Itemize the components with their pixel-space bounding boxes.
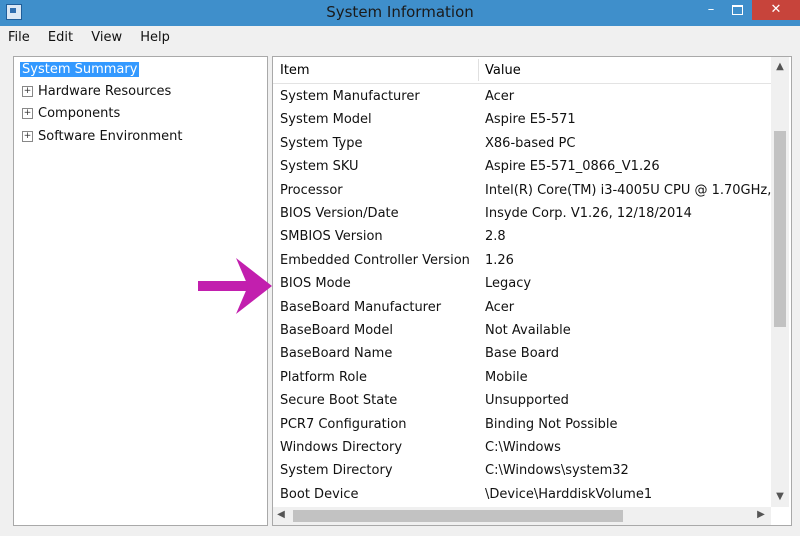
close-icon: ✕ — [770, 2, 782, 17]
cell-value: Acer — [485, 299, 515, 315]
table-row[interactable]: Processor Intel(R) Core(TM) i3-4005U CPU … — [273, 180, 771, 202]
column-divider[interactable] — [478, 59, 479, 81]
cell-value: C:\Windows\system32 — [485, 463, 629, 479]
cell-value: Acer — [485, 89, 515, 104]
table-row[interactable]: Windows Directory C:\Windows — [273, 437, 771, 459]
cell-item: PCR7 Configuration — [280, 416, 407, 432]
tree-item-hardware-resources[interactable]: + Hardware Resources — [22, 84, 171, 99]
table-row[interactable]: Embedded Controller Version 1.26 — [273, 250, 771, 272]
horizontal-scrollbar[interactable]: ◀ ▶ — [273, 507, 771, 525]
column-header-value[interactable]: Value — [485, 63, 521, 78]
cell-value: Aspire E5-571_0866_V1.26 — [485, 159, 660, 175]
cell-value: Mobile — [485, 369, 528, 385]
table-row[interactable]: BIOS Mode Legacy — [273, 273, 771, 295]
cell-item: System SKU — [280, 159, 359, 175]
vertical-scroll-thumb[interactable] — [774, 131, 786, 327]
menu-bar: File Edit View Help — [8, 30, 184, 50]
cell-item: System Model — [280, 112, 372, 128]
tree-item-system-summary[interactable]: System Summary — [20, 62, 140, 77]
cell-value: X86-based PC — [485, 135, 576, 151]
annotation-arrow-icon — [198, 258, 272, 314]
column-header-item[interactable]: Item — [280, 63, 310, 78]
tree-item-label: Components — [38, 106, 121, 121]
table-row[interactable]: BaseBoard Name Base Board — [273, 343, 771, 365]
table-row[interactable]: PCR7 Configuration Binding Not Possible — [273, 414, 771, 436]
cell-value: Insyde Corp. V1.26, 12/18/2014 — [485, 206, 692, 221]
maximize-button[interactable] — [724, 0, 750, 20]
table-row[interactable]: System SKU Aspire E5-571_0866_V1.26 — [273, 156, 771, 178]
cell-value: Unsupported — [485, 393, 569, 409]
cell-value: Aspire E5-571 — [485, 112, 576, 128]
table-header: Item Value — [273, 57, 771, 84]
maximize-icon — [731, 4, 743, 15]
cell-value: Binding Not Possible — [485, 416, 618, 432]
menu-file[interactable]: File — [8, 30, 30, 45]
table-row[interactable]: BaseBoard Model Not Available — [273, 320, 771, 342]
cell-item: Platform Role — [280, 369, 367, 385]
title-bar: System Information – ✕ — [0, 0, 800, 26]
scroll-down-icon[interactable]: ▼ — [771, 491, 789, 502]
cell-item: Secure Boot State — [280, 393, 398, 409]
table-row[interactable]: Platform Role Mobile — [273, 367, 771, 389]
table-row[interactable]: System Model Aspire E5-571 — [273, 109, 771, 131]
scroll-right-icon[interactable]: ▶ — [755, 509, 767, 520]
cell-item: Boot Device — [280, 486, 359, 502]
minimize-button[interactable]: – — [698, 0, 724, 20]
table-row[interactable]: System Type X86-based PC — [273, 133, 771, 155]
cell-item: BIOS Version/Date — [280, 206, 399, 221]
cell-item: SMBIOS Version — [280, 229, 383, 245]
tree-item-components[interactable]: + Components — [22, 106, 120, 121]
scroll-up-icon[interactable]: ▲ — [771, 61, 789, 72]
tree-item-label: Hardware Resources — [38, 84, 172, 99]
cell-item: Windows Directory — [280, 440, 403, 455]
cell-item: BaseBoard Manufacturer — [280, 299, 442, 315]
cell-value: 2.8 — [485, 229, 506, 245]
table-row[interactable]: System Directory C:\Windows\system32 — [273, 460, 771, 482]
cell-item: BaseBoard Model — [280, 323, 394, 338]
cell-item: System Manufacturer — [280, 89, 420, 104]
cell-value: Not Available — [485, 323, 571, 338]
cell-item: System Directory — [280, 463, 393, 479]
cell-value: 1.26 — [485, 252, 514, 268]
expand-icon[interactable]: + — [22, 86, 33, 97]
details-panel: Item Value System Manufacturer Acer Syste… — [272, 56, 792, 526]
table-row[interactable]: Secure Boot State Unsupported — [273, 390, 771, 412]
expand-icon[interactable]: + — [22, 131, 33, 142]
table-row[interactable]: SMBIOS Version 2.8 — [273, 226, 771, 248]
cell-item: Embedded Controller Version — [280, 252, 470, 268]
cell-value: Base Board — [485, 346, 559, 362]
table-row[interactable]: System Manufacturer Acer — [273, 86, 771, 108]
tree-item-label: System Summary — [20, 62, 140, 77]
cell-item: BIOS Mode — [280, 276, 351, 292]
tree-item-label: Software Environment — [38, 129, 183, 144]
cell-value: C:\Windows — [485, 440, 561, 455]
menu-view[interactable]: View — [91, 30, 122, 45]
menu-help[interactable]: Help — [140, 30, 170, 45]
close-button[interactable]: ✕ — [752, 0, 800, 20]
minimize-icon: – — [707, 2, 715, 17]
table-row[interactable]: BIOS Version/Date Insyde Corp. V1.26, 12/… — [273, 203, 771, 225]
cell-item: Processor — [280, 182, 343, 198]
cell-value: Legacy — [485, 276, 532, 292]
menu-edit[interactable]: Edit — [48, 30, 73, 45]
expand-icon[interactable]: + — [22, 108, 33, 119]
tree-item-software-environment[interactable]: + Software Environment — [22, 129, 182, 144]
cell-item: System Type — [280, 135, 363, 151]
cell-item: BaseBoard Name — [280, 346, 393, 362]
annotation-arrow-shaft — [198, 281, 248, 291]
window-title: System Information — [326, 3, 474, 21]
cell-value: Intel(R) Core(TM) i3-4005U CPU @ 1.70GHz… — [485, 182, 771, 198]
cell-value: \Device\HarddiskVolume1 — [485, 486, 653, 502]
scroll-left-icon[interactable]: ◀ — [275, 509, 287, 520]
horizontal-scroll-thumb[interactable] — [293, 510, 623, 522]
table-row[interactable]: BaseBoard Manufacturer Acer — [273, 297, 771, 319]
vertical-scrollbar[interactable]: ▲ ▼ — [771, 57, 789, 507]
table-row[interactable]: Boot Device \Device\HarddiskVolume1 — [273, 484, 771, 506]
